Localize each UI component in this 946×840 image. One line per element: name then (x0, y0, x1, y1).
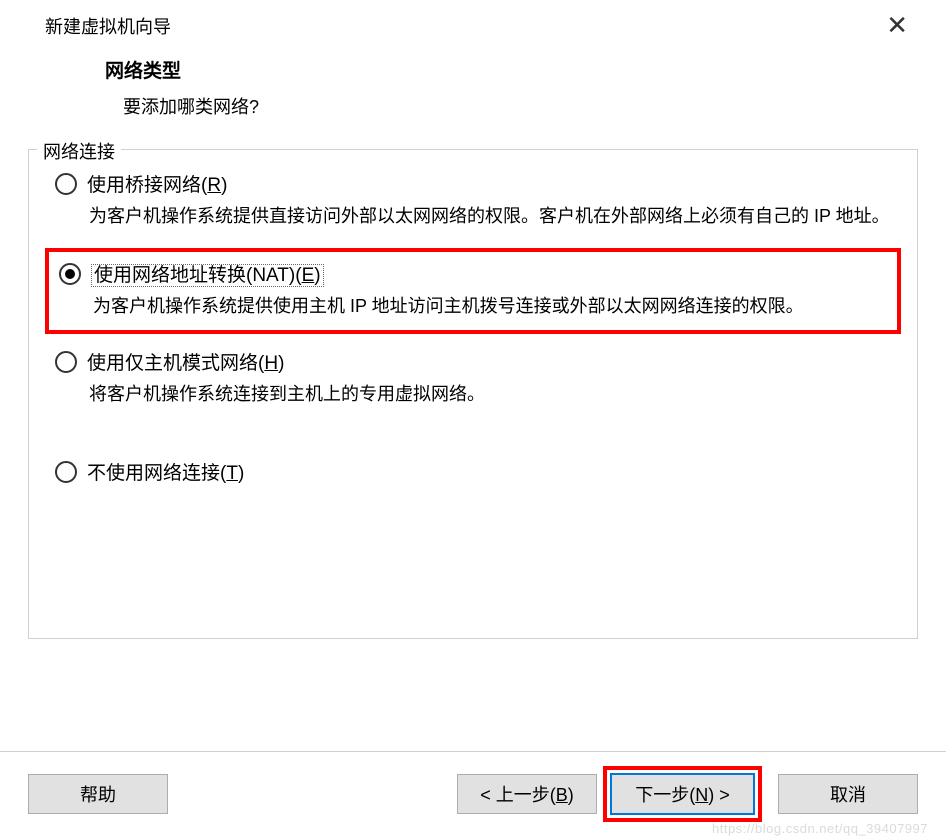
fieldset-legend: 网络连接 (37, 138, 121, 164)
label-suffix-close: ) (221, 175, 227, 196)
page-subtitle: 要添加哪类网络? (123, 93, 946, 119)
label-text: 不使用网络连接 (87, 463, 220, 484)
label-accelerator: T (226, 463, 238, 484)
button-bar: 帮助 < 上一步(B) 下一步(N) > 取消 (0, 751, 946, 822)
option-hostonly-label: 使用仅主机模式网络(H) (87, 348, 284, 375)
network-fieldset: 网络连接 使用桥接网络(R) 为客户机操作系统提供直接访问外部以太网网络的权限。… (28, 149, 918, 639)
option-nat-desc: 为客户机操作系统提供使用主机 IP 地址访问主机拨号连接或外部以太网网络连接的权… (93, 293, 891, 320)
highlight-next: 下一步(N) > (603, 766, 762, 822)
page-title: 网络类型 (105, 56, 946, 83)
label-suffix-close: ) (314, 265, 320, 286)
titlebar: 新建虚拟机向导 ✕ (0, 0, 946, 46)
option-bridged-label: 使用桥接网络(R) (87, 170, 227, 197)
option-none-label: 不使用网络连接(T) (87, 458, 244, 485)
option-nat[interactable]: 使用网络地址转换(NAT)(E) 为客户机操作系统提供使用主机 IP 地址访问主… (55, 260, 891, 320)
btn-text-suffix: ) > (708, 785, 730, 805)
option-nat-label: 使用网络地址转换(NAT)(E) (91, 260, 324, 287)
label-accelerator: H (264, 353, 278, 374)
close-icon[interactable]: ✕ (878, 10, 916, 41)
option-bridged-desc: 为客户机操作系统提供直接访问外部以太网网络的权限。客户机在外部网络上必须有自己的… (89, 203, 901, 230)
option-hostonly[interactable]: 使用仅主机模式网络(H) 将客户机操作系统连接到主机上的专用虚拟网络。 (45, 348, 901, 408)
back-button[interactable]: < 上一步(B) (457, 774, 597, 814)
cancel-button[interactable]: 取消 (778, 774, 918, 814)
btn-text-prefix: 下一步( (635, 785, 695, 805)
label-text: 使用桥接网络 (87, 175, 201, 196)
option-hostonly-desc: 将客户机操作系统连接到主机上的专用虚拟网络。 (89, 381, 901, 408)
window-title: 新建虚拟机向导 (45, 13, 171, 39)
content-area: 网络连接 使用桥接网络(R) 为客户机操作系统提供直接访问外部以太网网络的权限。… (0, 149, 946, 639)
watermark: https://blog.csdn.net/qq_39407997 (712, 821, 928, 836)
radio-icon[interactable] (59, 263, 81, 285)
label-text: 使用仅主机模式网络 (87, 353, 258, 374)
focus-ring: 使用网络地址转换(NAT)(E) (91, 264, 324, 287)
next-button[interactable]: 下一步(N) > (610, 773, 755, 815)
wizard-header: 网络类型 要添加哪类网络? (0, 46, 946, 139)
option-bridged[interactable]: 使用桥接网络(R) 为客户机操作系统提供直接访问外部以太网网络的权限。客户机在外… (45, 170, 901, 230)
radio-icon[interactable] (55, 173, 77, 195)
radio-icon[interactable] (55, 461, 77, 483)
label-accelerator: E (302, 265, 315, 286)
help-button[interactable]: 帮助 (28, 774, 168, 814)
btn-accelerator: B (556, 785, 568, 805)
label-accelerator: R (207, 175, 221, 196)
btn-text-suffix: ) (568, 785, 574, 805)
radio-icon[interactable] (55, 351, 77, 373)
highlight-nat: 使用网络地址转换(NAT)(E) 为客户机操作系统提供使用主机 IP 地址访问主… (45, 248, 901, 334)
label-suffix-close: ) (238, 463, 244, 484)
btn-text-prefix: < 上一步( (480, 785, 556, 805)
option-none[interactable]: 不使用网络连接(T) (45, 458, 901, 485)
btn-accelerator: N (695, 785, 708, 805)
label-text: 使用网络地址转换(NAT) (94, 265, 295, 286)
label-suffix-close: ) (278, 353, 284, 374)
